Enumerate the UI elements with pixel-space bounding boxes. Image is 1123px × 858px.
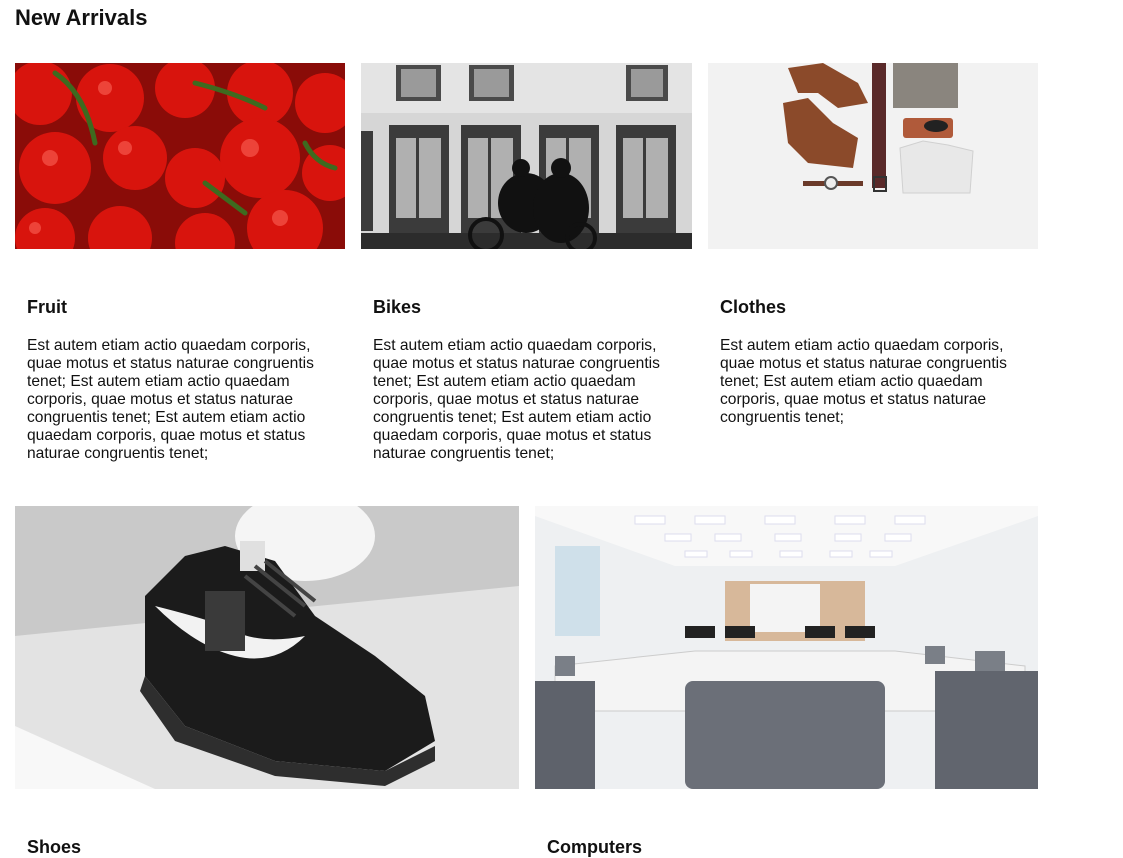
product-card-computers[interactable]: Computers <box>535 506 1038 857</box>
card-description: Est autem etiam actio quaedam corporis, … <box>27 337 314 462</box>
card-title: Bikes <box>373 297 422 317</box>
card-title: Shoes <box>27 837 82 857</box>
computers-image[interactable] <box>535 506 1038 789</box>
product-card-clothes[interactable]: Clothes Est autem etiam actio quaedam co… <box>708 63 1038 473</box>
card-title: Fruit <box>27 297 67 317</box>
product-card-shoes[interactable]: Shoes <box>15 506 519 857</box>
product-card-bikes[interactable]: Bikes Est autem etiam actio quaedam corp… <box>361 63 692 473</box>
bikes-image[interactable] <box>361 63 692 249</box>
card-title: Clothes <box>720 297 787 317</box>
page-title: New Arrivals <box>15 5 148 30</box>
shoes-image[interactable] <box>15 506 519 789</box>
card-title: Computers <box>547 837 643 857</box>
fruit-image[interactable] <box>15 63 345 249</box>
card-description: Est autem etiam actio quaedam corporis, … <box>373 337 660 462</box>
product-card-fruit[interactable]: Fruit Est autem etiam actio quaedam corp… <box>15 63 345 473</box>
card-description: Est autem etiam actio quaedam corporis, … <box>720 337 1007 426</box>
clothes-image[interactable] <box>708 63 1038 249</box>
